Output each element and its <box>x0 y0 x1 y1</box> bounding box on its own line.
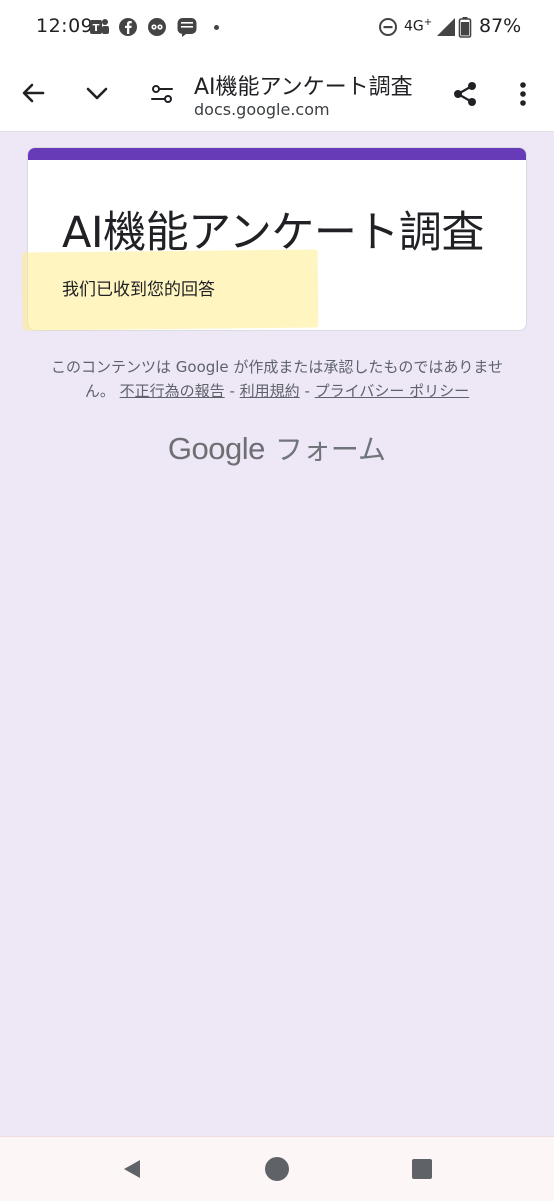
nav-home-button[interactable] <box>263 1155 291 1183</box>
chevron-down-icon <box>86 87 108 100</box>
disclaimer: このコンテンツは Google が作成または承認したものではありません。 不正行… <box>50 355 504 403</box>
status-time: 12:09 <box>36 15 94 37</box>
do-not-disturb-icon <box>379 18 397 36</box>
back-arrow-icon <box>22 83 45 103</box>
nav-recents-button[interactable] <box>408 1155 436 1183</box>
page-title: AI機能アンケート調査 <box>194 75 413 100</box>
status-network: 4G+ <box>404 17 433 35</box>
privacy-policy-link[interactable]: プライバシー ポリシー <box>315 382 469 400</box>
browser-toolbar: AI機能アンケート調査 docs.google.com <box>0 56 554 132</box>
brand-forms: フォーム <box>274 433 387 466</box>
chat-bubble-icon <box>148 18 166 36</box>
page-settings-icon <box>151 85 173 103</box>
google-forms-logo[interactable]: Google フォーム <box>0 428 554 468</box>
report-abuse-link[interactable]: 不正行為の報告 <box>120 382 225 400</box>
nav-back-button[interactable] <box>118 1155 146 1183</box>
page-url[interactable]: docs.google.com <box>194 100 330 119</box>
facebook-icon <box>119 18 137 36</box>
link-separator: - <box>304 382 310 400</box>
status-more-dot <box>214 25 219 30</box>
terms-link[interactable]: 利用規約 <box>240 382 300 400</box>
home-circle-icon <box>265 1157 289 1181</box>
line-manga-icon <box>177 18 197 37</box>
share-button[interactable] <box>445 74 485 114</box>
share-icon <box>454 82 476 106</box>
more-menu-button[interactable] <box>503 74 543 114</box>
battery-icon <box>458 17 472 38</box>
page-settings-button[interactable] <box>142 74 182 114</box>
form-accent-bar <box>28 148 526 160</box>
svg-text:T: T <box>93 23 100 34</box>
back-triangle-icon <box>124 1160 140 1178</box>
brand-google: Google <box>167 431 265 466</box>
signal-icon <box>437 18 455 36</box>
back-button[interactable] <box>13 73 53 113</box>
system-nav-bar <box>0 1136 554 1201</box>
collapse-button[interactable] <box>77 73 117 113</box>
battery-percent: 87% <box>479 15 522 37</box>
link-separator: - <box>229 382 235 400</box>
status-bar: 12:09 T 4G+ 87% <box>0 0 554 56</box>
recents-square-icon <box>412 1159 432 1179</box>
teams-icon: T <box>90 19 109 34</box>
more-vert-icon <box>520 82 526 106</box>
response-message: 我们已收到您的回答 <box>62 280 215 300</box>
